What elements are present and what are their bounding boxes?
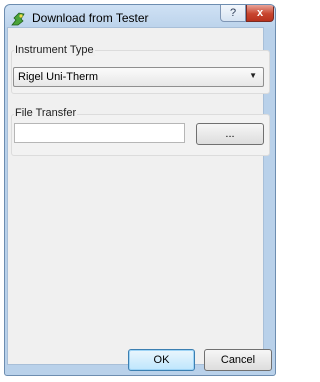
instrument-type-value: Rigel Uni-Therm [18, 71, 99, 83]
help-button[interactable]: ? [220, 5, 246, 22]
close-button[interactable]: x [246, 5, 274, 22]
browse-button[interactable]: ... [196, 123, 264, 145]
file-transfer-label: File Transfer [14, 107, 78, 119]
instrument-type-label: Instrument Type [14, 44, 95, 56]
app-icon [11, 12, 25, 26]
instrument-type-dropdown[interactable]: Rigel Uni-Therm ▼ [13, 67, 264, 87]
window-title: Download from Tester [32, 11, 149, 25]
chevron-down-icon: ▼ [249, 71, 257, 80]
file-path-input[interactable] [14, 123, 185, 143]
ok-button[interactable]: OK [128, 349, 195, 371]
cancel-button[interactable]: Cancel [204, 349, 272, 371]
